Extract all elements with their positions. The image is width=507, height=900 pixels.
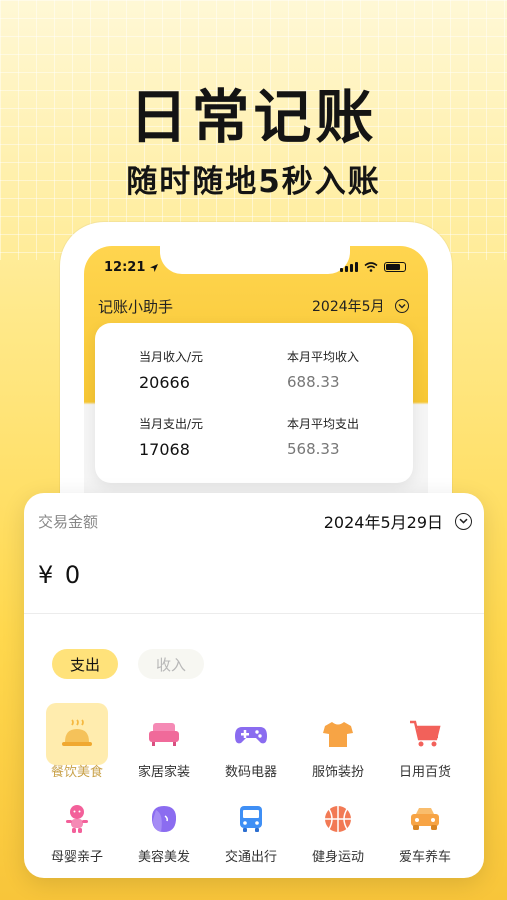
avg-expense-label: 本月平均支出 — [287, 417, 360, 431]
avg-income-value: 688.33 — [287, 373, 340, 391]
expense-value: 17068 — [139, 440, 190, 459]
income-value: 20666 — [139, 373, 190, 392]
category-dining[interactable]: 餐饮美食 — [42, 703, 112, 780]
navigation-arrow-icon — [150, 263, 159, 272]
app-name: 记账小助手 — [98, 298, 174, 316]
income-stat: 当月收入/元 20666 — [139, 348, 203, 392]
income-label: 当月收入/元 — [139, 350, 204, 364]
category-car[interactable]: 爱车养车 — [390, 788, 460, 865]
month-label: 2024年5月 — [312, 299, 385, 315]
dining-cloche-icon — [46, 703, 108, 765]
bus-icon — [220, 788, 282, 850]
status-bar-time: 12:21 — [104, 260, 159, 275]
category-label: 爱车养车 — [398, 850, 451, 865]
basketball-icon — [307, 788, 369, 850]
category-transport[interactable]: 交通出行 — [216, 788, 286, 865]
phone-notch — [160, 246, 350, 274]
tab-expense[interactable]: 支出 — [52, 649, 118, 679]
gamepad-icon — [220, 703, 282, 765]
chevron-down-icon — [394, 299, 409, 313]
category-digital[interactable]: 数码电器 — [216, 703, 286, 780]
avg-expense-stat: 本月平均支出 568.33 — [287, 415, 359, 458]
tab-income[interactable]: 收入 — [138, 649, 204, 679]
category-label: 交通出行 — [224, 850, 277, 865]
baby-icon — [46, 788, 108, 850]
hero-title: 日常记账 — [129, 83, 378, 151]
category-label: 家居家装 — [137, 765, 190, 780]
divider — [24, 613, 484, 614]
status-bar-right — [340, 262, 406, 272]
monthly-summary-card: 当月收入/元 20666 本月平均收入 688.33 当月支出/元 17068 … — [95, 323, 413, 483]
category-label: 健身运动 — [311, 850, 364, 865]
avg-expense-value: 568.33 — [287, 440, 340, 458]
expense-stat: 当月支出/元 17068 — [139, 415, 203, 459]
expense-label: 当月支出/元 — [139, 417, 204, 431]
car-icon — [394, 788, 456, 850]
date-selector[interactable]: 2024年5月29日 — [324, 509, 472, 533]
category-panel: 支出 收入 餐饮美食 家居家装 数码电器 服饰装扮 日用百货 母婴亲子 美容美发… — [34, 633, 474, 873]
amount-label: 交易金额 — [38, 513, 99, 531]
category-beauty[interactable]: 美容美发 — [129, 788, 199, 865]
category-label: 美容美发 — [137, 850, 190, 865]
wifi-icon — [364, 262, 378, 272]
status-time-text: 12:21 — [104, 260, 146, 275]
date-label: 2024年5月29日 — [323, 513, 443, 532]
category-daily-goods[interactable]: 日用百货 — [390, 703, 460, 780]
category-clothing[interactable]: 服饰装扮 — [303, 703, 373, 780]
chevron-down-icon — [455, 512, 472, 530]
category-home[interactable]: 家居家装 — [129, 703, 199, 780]
sofa-icon — [133, 703, 195, 765]
month-selector[interactable]: 2024年5月 — [312, 296, 409, 316]
category-label: 日用百货 — [398, 765, 451, 780]
type-tabs: 支出 收入 — [52, 649, 204, 679]
avg-income-label: 本月平均收入 — [287, 350, 360, 364]
battery-icon — [384, 262, 406, 272]
transaction-entry-card: 交易金额 2024年5月29日 ¥ 0 支出 收入 餐饮美食 家居家装 数码电器… — [24, 493, 484, 878]
shopping-cart-icon — [394, 703, 456, 765]
category-mother-baby[interactable]: 母婴亲子 — [42, 788, 112, 865]
category-fitness[interactable]: 健身运动 — [303, 788, 373, 865]
category-label: 数码电器 — [224, 765, 277, 780]
category-label: 餐饮美食 — [50, 765, 103, 780]
beauty-face-icon — [133, 788, 195, 850]
signal-bars-icon — [340, 262, 358, 272]
amount-input[interactable]: ¥ 0 — [38, 561, 82, 589]
category-label: 母婴亲子 — [50, 850, 103, 865]
tshirt-icon — [307, 703, 369, 765]
hero-subtitle: 随时随地5秒入账 — [126, 164, 381, 200]
avg-income-stat: 本月平均收入 688.33 — [287, 348, 359, 391]
category-label: 服饰装扮 — [311, 765, 364, 780]
